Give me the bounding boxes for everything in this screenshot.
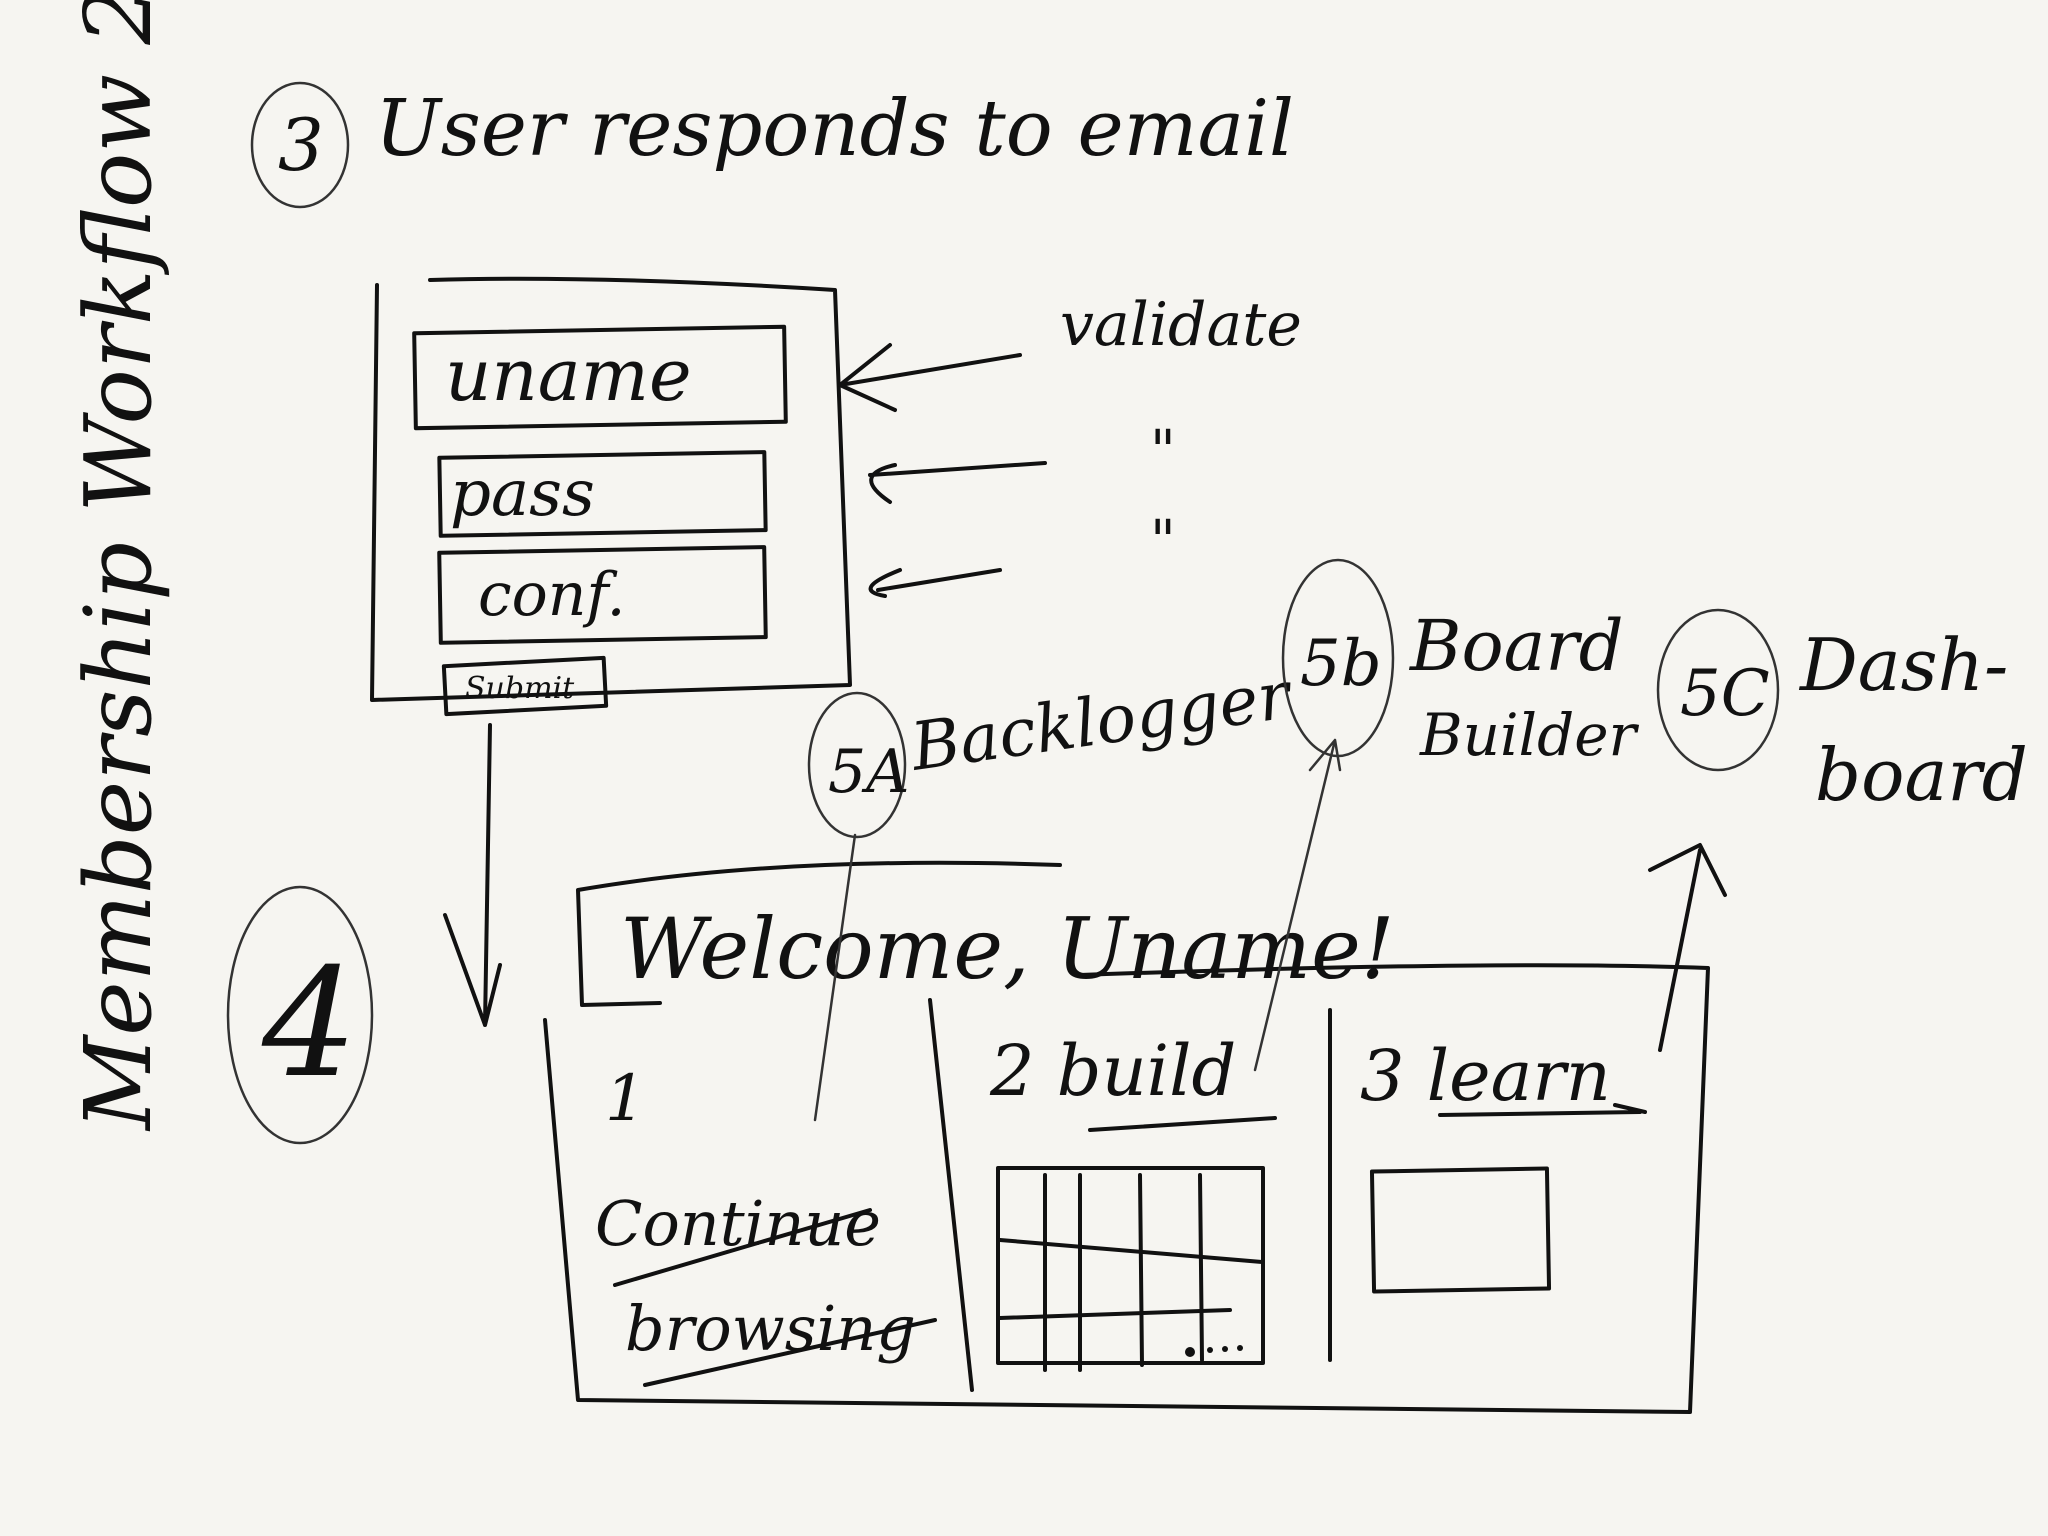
step-5b-label-1: Board — [1408, 605, 1624, 687]
grid-dot-4 — [1237, 1345, 1243, 1351]
password-field-text: pass — [450, 457, 595, 531]
build-heading[interactable]: 2 build — [989, 1030, 1236, 1112]
confirm-field-text: conf. — [478, 560, 626, 630]
welcome-screen: Welcome, Uname! 1 Continue browsing 2 bu… — [543, 860, 1710, 1414]
ditto-mark-1: " — [1150, 419, 1176, 484]
step-5a-number: 5A — [828, 737, 910, 807]
board-grid[interactable] — [996, 1166, 1265, 1365]
step-5c-label-1: Dash- — [1798, 623, 2008, 707]
validate-arrow-2 — [868, 461, 1047, 504]
grid-line-h1 — [998, 1238, 1264, 1264]
grid-line-v3 — [1138, 1173, 1144, 1367]
submit-button-label: Submit — [465, 671, 575, 706]
learn-panel[interactable] — [1369, 1166, 1552, 1294]
step-5b-number: 5b — [1300, 627, 1382, 701]
grid-line-h2 — [998, 1308, 1232, 1320]
username-field-text: uname — [445, 333, 692, 417]
step-5c-label-2: board — [1815, 733, 2028, 817]
sketch-title: Membership Workflow 2 — [65, 0, 172, 1132]
step-5c-arrow — [1648, 843, 1727, 1052]
welcome-heading: Welcome, Uname! — [620, 900, 1395, 998]
grid-dot-2 — [1207, 1347, 1213, 1353]
validate-arrow-3 — [868, 568, 1002, 598]
step-5a-label: Backlogger — [906, 656, 1298, 786]
registration-form: uname pass conf. Submit — [370, 276, 852, 717]
browsing-link[interactable]: browsing — [625, 1292, 916, 1365]
column-divider-1 — [928, 998, 974, 1392]
grid-line-v4 — [1198, 1173, 1204, 1362]
grid-dot-3 — [1222, 1346, 1228, 1352]
step-5b-label-2: Builder — [1419, 701, 1640, 769]
step-3-number: 3 — [278, 103, 324, 187]
step-4-number: 4 — [261, 937, 357, 1111]
learn-heading[interactable]: 3 learn — [1360, 1035, 1611, 1117]
build-underline — [1088, 1116, 1277, 1132]
wireframe-sketch: Membership Workflow 2 3 User responds to… — [65, 0, 2028, 1414]
form-to-dashboard-arrow — [443, 723, 502, 1027]
step-5c-number: 5C — [1680, 657, 1770, 731]
grid-dot-1 — [1185, 1347, 1195, 1357]
ditto-mark-2: " — [1150, 509, 1176, 574]
column-1-heading: 1 — [605, 1062, 646, 1136]
step-3-heading: User responds to email — [375, 84, 1294, 174]
validate-arrow-1 — [838, 343, 1022, 412]
validate-note: validate — [1060, 290, 1302, 360]
